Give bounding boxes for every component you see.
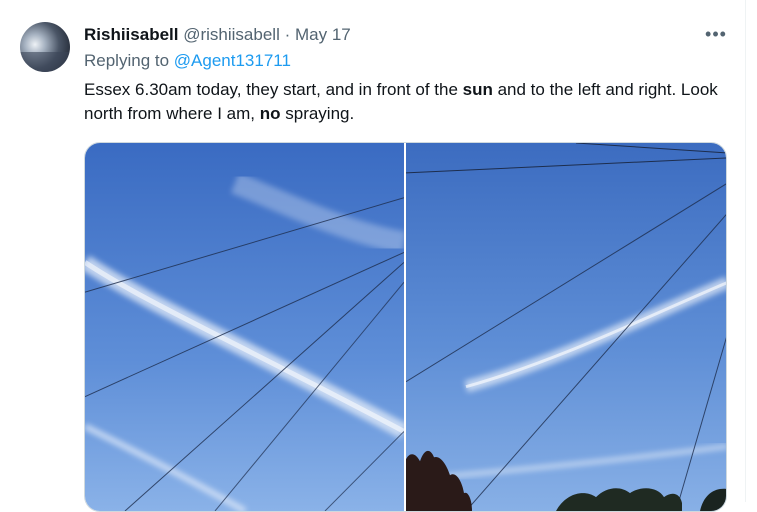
tweet-text-bold: sun: [462, 80, 493, 99]
reply-mention-link[interactable]: @Agent131711: [174, 51, 291, 70]
tweet-text-part: spraying.: [280, 104, 355, 123]
tweet-text-bold: no: [259, 104, 281, 123]
tweet-text: Essex 6.30am today, they start, and in f…: [84, 78, 724, 126]
tweet-date[interactable]: May 17: [295, 25, 351, 44]
reply-prefix: Replying to: [84, 51, 170, 70]
avatar[interactable]: [20, 22, 70, 72]
tweet-text-part: Essex 6.30am today, they start, and in f…: [84, 80, 463, 99]
header-separator: ·: [284, 25, 291, 44]
author-handle[interactable]: @rishiisabell: [183, 25, 280, 44]
timeline-border: [745, 0, 746, 502]
tweet-header: Rishiisabell @rishiisabell · May 17: [84, 24, 351, 46]
tweet-media-grid: [84, 142, 727, 512]
sky-photo-right[interactable]: [406, 143, 726, 511]
reply-context: Replying to @Agent131711: [84, 50, 291, 72]
sky-photo-left[interactable]: [85, 143, 404, 511]
author-name[interactable]: Rishiisabell: [84, 25, 178, 44]
more-horizontal-icon[interactable]: •••: [700, 22, 732, 46]
